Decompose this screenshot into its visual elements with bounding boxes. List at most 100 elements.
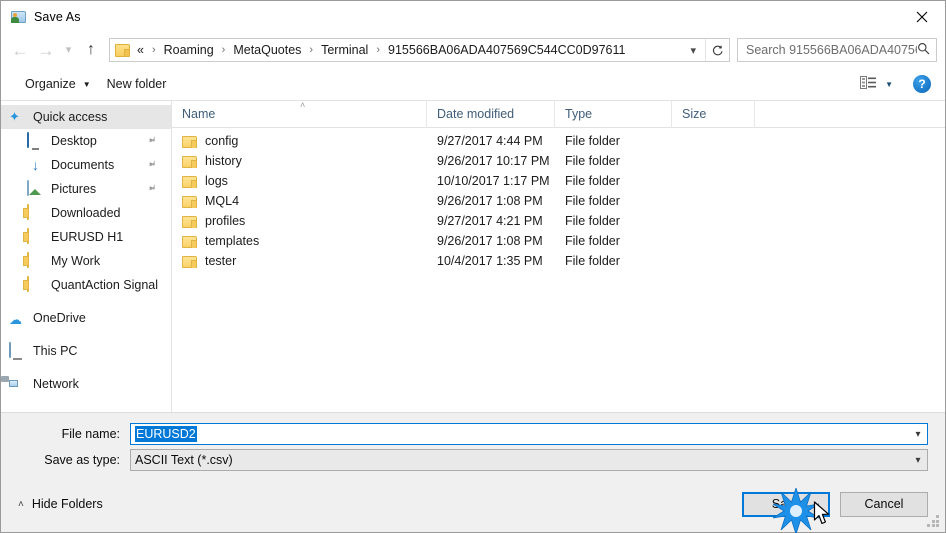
sidebar-item-label: Pictures bbox=[51, 182, 97, 196]
up-one-level-icon[interactable]: ↑ bbox=[78, 37, 104, 63]
file-name-input[interactable]: EURUSD2 ▾ bbox=[130, 423, 928, 445]
folder-icon bbox=[182, 176, 197, 188]
pin-icon[interactable] bbox=[144, 133, 160, 149]
chevron-up-icon: ˄ bbox=[18, 498, 24, 510]
save-form: File name: EURUSD2 ▾ Save as type: ASCII… bbox=[1, 412, 945, 484]
table-row[interactable]: MQL4 9/26/2017 1:08 PM File folder bbox=[172, 191, 945, 211]
cancel-button[interactable]: Cancel bbox=[840, 491, 928, 517]
hide-folders-label: Hide Folders bbox=[31, 497, 103, 511]
sidebar-item-pictures[interactable]: Pictures bbox=[1, 177, 171, 201]
sidebar-item-label: Downloaded bbox=[51, 206, 121, 220]
resize-grip-icon[interactable] bbox=[927, 515, 940, 528]
breadcrumb-item-terminal[interactable]: Terminal bbox=[319, 43, 370, 57]
file-name-chevron-down-icon[interactable]: ▾ bbox=[909, 429, 927, 440]
save-as-type-value: ASCII Text (*.csv) bbox=[135, 453, 233, 467]
column-header-size[interactable]: Size bbox=[672, 100, 755, 128]
new-folder-button[interactable]: New folder bbox=[99, 73, 175, 95]
table-row[interactable]: templates 9/26/2017 1:08 PM File folder bbox=[172, 231, 945, 251]
file-type-cell: File folder bbox=[565, 174, 620, 188]
sidebar-item-quantaction-signal[interactable]: QuantAction Signal bbox=[1, 273, 171, 297]
file-name-text: profiles bbox=[205, 214, 246, 228]
file-date-cell: 9/27/2017 4:44 PM bbox=[437, 134, 543, 148]
sidebar-item-label: QuantAction Signal bbox=[51, 278, 159, 292]
sidebar-item-quick-access[interactable]: ✦ Quick access bbox=[1, 105, 171, 129]
forward-icon[interactable]: → bbox=[33, 37, 59, 63]
breadcrumb-item-metaquotes[interactable]: MetaQuotes bbox=[231, 43, 303, 57]
close-icon[interactable] bbox=[899, 1, 945, 32]
folder-icon bbox=[27, 204, 44, 221]
sidebar-item-eurusd-h1[interactable]: EURUSD H1 bbox=[1, 225, 171, 249]
breadcrumb-overflow[interactable]: « bbox=[135, 43, 146, 57]
file-type-cell: File folder bbox=[565, 214, 620, 228]
file-type-cell: File folder bbox=[565, 154, 620, 168]
folder-icon bbox=[182, 216, 197, 228]
file-name-label: File name: bbox=[61, 427, 120, 441]
breadcrumb-chevron-down-icon[interactable]: ▾ bbox=[684, 44, 705, 57]
file-name-cell: logs bbox=[172, 174, 427, 188]
file-date-cell: 10/10/2017 1:17 PM bbox=[437, 174, 550, 188]
folder-icon bbox=[115, 43, 130, 57]
file-name-text: templates bbox=[205, 234, 260, 248]
column-header-row: Name Date modified Type Size ˄ bbox=[172, 100, 945, 128]
recent-locations-chevron-down-icon[interactable]: ▾ bbox=[59, 37, 78, 63]
file-rows: config 9/27/2017 4:44 PM File folder histor… bbox=[172, 128, 945, 412]
column-header-date-modified[interactable]: Date modified bbox=[427, 100, 555, 128]
onedrive-cloud-icon: ☁ bbox=[9, 311, 22, 327]
button-bar: ˄ Hide Folders Save Cancel bbox=[1, 484, 945, 532]
back-icon[interactable]: ← bbox=[7, 37, 33, 63]
documents-download-icon: ↓ bbox=[32, 157, 39, 173]
save-as-dialog: Save As ← → ▾ ↑ « › Roaming › MetaQuotes… bbox=[0, 0, 946, 533]
table-row[interactable]: profiles 9/27/2017 4:21 PM File folder bbox=[172, 211, 945, 231]
save-as-type-select[interactable]: ASCII Text (*.csv) ▾ bbox=[130, 449, 928, 471]
breadcrumb-separator: › bbox=[376, 44, 381, 56]
save-button[interactable]: Save bbox=[742, 491, 830, 517]
refresh-icon[interactable] bbox=[705, 39, 729, 61]
sidebar-item-label: This PC bbox=[33, 344, 78, 358]
file-name-cell: tester bbox=[172, 254, 427, 268]
pictures-icon bbox=[27, 180, 44, 197]
sidebar-item-network[interactable]: Network bbox=[1, 372, 171, 396]
table-row[interactable]: tester 10/4/2017 1:35 PM File folder bbox=[172, 251, 945, 271]
file-name-text: logs bbox=[205, 174, 228, 188]
breadcrumb[interactable]: « › Roaming › MetaQuotes › Terminal › 91… bbox=[109, 38, 730, 62]
change-view-button[interactable]: ▼ bbox=[854, 74, 899, 94]
window-title: Save As bbox=[34, 9, 81, 24]
search-input[interactable]: Search 915566BA06ADA40756... bbox=[746, 43, 917, 57]
folder-icon bbox=[27, 228, 44, 245]
table-row[interactable]: history 9/26/2017 10:17 PM File folder bbox=[172, 151, 945, 171]
search-box[interactable]: Search 915566BA06ADA40756... bbox=[737, 38, 937, 62]
organize-button[interactable]: Organize ▼ bbox=[17, 73, 99, 95]
help-question-icon[interactable]: ? bbox=[913, 75, 931, 93]
hide-folders-button[interactable]: ˄ Hide Folders bbox=[18, 497, 103, 511]
sidebar-item-this-pc[interactable]: This PC bbox=[1, 339, 171, 363]
sidebar-item-downloaded[interactable]: Downloaded bbox=[1, 201, 171, 225]
folder-icon bbox=[182, 136, 197, 148]
breadcrumb-item-roaming[interactable]: Roaming bbox=[162, 43, 216, 57]
sidebar-item-onedrive[interactable]: ☁ OneDrive bbox=[1, 306, 171, 330]
network-icon bbox=[1, 376, 26, 392]
sidebar-item-label: EURUSD H1 bbox=[51, 230, 124, 244]
breadcrumb-separator: › bbox=[221, 44, 226, 56]
breadcrumb-item-terminal-id[interactable]: 915566BA06ADA407569C544CC0D97611 bbox=[386, 43, 627, 57]
table-row[interactable]: config 9/27/2017 4:44 PM File folder bbox=[172, 131, 945, 151]
pin-icon[interactable] bbox=[144, 157, 160, 173]
sidebar-item-documents[interactable]: ↓ Documents bbox=[1, 153, 171, 177]
breadcrumb-separator: › bbox=[151, 44, 156, 56]
pin-icon[interactable] bbox=[144, 181, 160, 197]
navigation-bar: ← → ▾ ↑ « › Roaming › MetaQuotes › Termi… bbox=[1, 32, 945, 68]
file-name-value[interactable]: EURUSD2 bbox=[135, 426, 197, 442]
file-type-cell: File folder bbox=[565, 134, 620, 148]
title-bar: Save As bbox=[1, 1, 945, 32]
folder-icon bbox=[27, 252, 44, 269]
organize-label: Organize bbox=[25, 77, 76, 91]
column-header-type[interactable]: Type bbox=[555, 100, 672, 128]
save-as-type-chevron-down-icon[interactable]: ▾ bbox=[909, 455, 927, 466]
search-icon bbox=[917, 42, 930, 58]
star-favorites-icon: ✦ bbox=[9, 109, 20, 124]
folder-icon bbox=[182, 256, 197, 268]
save-as-type-row: Save as type: ASCII Text (*.csv) ▾ bbox=[18, 449, 928, 471]
file-list-panel: Name Date modified Type Size ˄ config 9/2… bbox=[172, 100, 945, 412]
sidebar-item-my-work[interactable]: My Work bbox=[1, 249, 171, 273]
sidebar-item-desktop[interactable]: Desktop bbox=[1, 129, 171, 153]
table-row[interactable]: logs 10/10/2017 1:17 PM File folder bbox=[172, 171, 945, 191]
